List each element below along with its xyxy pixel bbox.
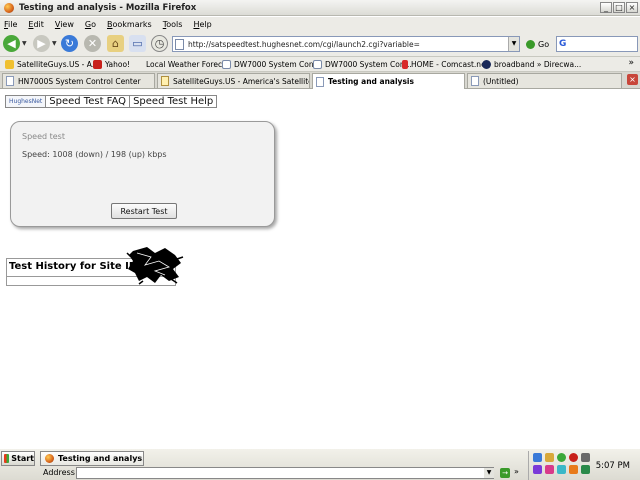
navigation-toolbar: ◀ ▼ ▶ ▼ ↻ ✕ ⌂ ▭ ◷ http://satspeedtest.hu… xyxy=(0,31,640,57)
window-controls: _ □ × xyxy=(600,2,638,13)
menu-tools[interactable]: Tools xyxy=(163,20,183,29)
reload-icon[interactable]: ↻ xyxy=(61,35,78,52)
close-tab-icon[interactable]: × xyxy=(627,74,638,85)
tab-untitled[interactable]: (Untitled) xyxy=(467,73,622,88)
menu-bar: File Edit View Go Bookmarks Tools Help xyxy=(0,17,640,31)
tray-app-icon[interactable] xyxy=(545,465,554,474)
speed-test-help-link[interactable]: Speed Test Help xyxy=(130,95,218,108)
search-input[interactable]: G xyxy=(556,36,638,52)
page-icon xyxy=(6,76,14,86)
go-icon xyxy=(526,40,535,49)
satelliteguys-icon xyxy=(5,60,14,69)
firefox-icon xyxy=(4,2,14,13)
stop-icon[interactable]: ✕ xyxy=(84,35,101,52)
satelliteguys-icon xyxy=(161,76,169,86)
menu-file[interactable]: File xyxy=(4,20,17,29)
new-window-icon[interactable]: ▭ xyxy=(129,35,146,52)
taskbar: Start Testing and analys... Address ▼ → … xyxy=(0,448,640,480)
panel-title: Speed test xyxy=(22,132,65,141)
tray-app-icon[interactable] xyxy=(581,465,590,474)
chevron-right-icon[interactable]: » xyxy=(514,467,519,476)
forward-icon[interactable]: ▶ xyxy=(33,35,50,52)
address-dropdown-icon[interactable]: ▼ xyxy=(484,468,494,478)
home-icon[interactable]: ⌂ xyxy=(107,35,124,52)
minimize-icon[interactable]: _ xyxy=(600,2,612,13)
tab-hn7000s[interactable]: HN7000S System Control Center xyxy=(2,73,155,88)
restart-test-button[interactable]: Restart Test xyxy=(111,203,177,219)
url-bar[interactable]: http://satspeedtest.hughesnet.com/cgi/la… xyxy=(172,36,520,52)
tray-app-icon[interactable] xyxy=(533,465,542,474)
menu-bookmarks[interactable]: Bookmarks xyxy=(107,20,152,29)
test-history-box: Test History for Site ID: xyxy=(6,247,184,286)
page-content: HughesNet Speed Test FAQ Speed Test Help… xyxy=(0,90,640,448)
speed-result: Speed: 1008 (down) / 198 (up) kbps xyxy=(22,150,167,159)
redaction-scribble xyxy=(126,247,184,285)
clock[interactable]: 5:07 PM xyxy=(596,461,630,471)
history-icon[interactable]: ◷ xyxy=(151,35,168,52)
forward-dropdown-icon[interactable]: ▼ xyxy=(52,40,57,47)
page-icon xyxy=(313,60,322,69)
address-label: Address xyxy=(43,468,75,477)
bookmark-dw7000-1[interactable]: DW7000 System Con... xyxy=(222,59,321,70)
maximize-icon[interactable]: □ xyxy=(613,2,625,13)
menu-edit[interactable]: Edit xyxy=(28,20,44,29)
bookmark-local-weather[interactable]: Local Weather Forec... xyxy=(146,59,229,70)
hughesnet-logo[interactable]: HughesNet xyxy=(5,95,47,108)
window-title: Testing and analysis - Mozilla Firefox xyxy=(19,2,197,13)
network-icon[interactable] xyxy=(533,453,542,462)
security-icon[interactable] xyxy=(557,453,566,462)
windows-logo-icon xyxy=(4,454,10,463)
page-icon xyxy=(471,76,479,86)
tray-app-icon[interactable] xyxy=(569,465,578,474)
start-button[interactable]: Start xyxy=(1,451,35,466)
bookmark-comcast[interactable]: HOME - Comcast.net xyxy=(402,59,489,70)
bookmark-yahoo[interactable]: Yahoo! xyxy=(93,59,130,70)
address-go-icon[interactable]: → xyxy=(500,468,510,478)
bookmarks-toolbar: SatelliteGuys.US - A... Yahoo! Local Wea… xyxy=(0,57,640,72)
volume-icon[interactable] xyxy=(581,453,590,462)
menu-go[interactable]: Go xyxy=(85,20,96,29)
menu-view[interactable]: View xyxy=(55,20,74,29)
close-icon[interactable]: × xyxy=(626,2,638,13)
go-button[interactable]: Go xyxy=(526,40,549,49)
back-dropdown-icon[interactable]: ▼ xyxy=(22,40,27,47)
url-dropdown-icon[interactable]: ▼ xyxy=(508,37,519,51)
speed-test-faq-link[interactable]: Speed Test FAQ xyxy=(46,95,131,108)
chevron-right-icon[interactable]: » xyxy=(628,58,634,68)
tab-strip: HN7000S System Control Center SatelliteG… xyxy=(0,72,640,89)
go-label: Go xyxy=(538,40,550,49)
tray-app-icon[interactable] xyxy=(545,453,554,462)
test-history-title: Test History for Site ID: xyxy=(9,261,142,272)
bookmark-satelliteguys[interactable]: SatelliteGuys.US - A... xyxy=(5,59,99,70)
page-icon xyxy=(175,38,184,50)
title-bar: Testing and analysis - Mozilla Firefox _… xyxy=(0,0,640,16)
hughesnet-nav: HughesNet Speed Test FAQ Speed Test Help xyxy=(5,95,218,108)
broadband-icon xyxy=(482,60,491,69)
tab-satelliteguys[interactable]: SatelliteGuys.US - America's Satellite I… xyxy=(157,73,310,88)
url-text[interactable]: http://satspeedtest.hughesnet.com/cgi/la… xyxy=(188,40,420,49)
menu-help[interactable]: Help xyxy=(193,20,211,29)
system-tray: 5:07 PM xyxy=(528,451,640,480)
page-icon xyxy=(316,76,324,87)
comcast-icon xyxy=(402,60,408,69)
address-input[interactable] xyxy=(76,467,494,479)
bookmark-broadband[interactable]: broadband » Direcwa... xyxy=(482,59,581,70)
firefox-icon xyxy=(45,454,54,463)
google-search-icon: G xyxy=(559,39,567,49)
bookmark-dw7000-2[interactable]: DW7000 System Con... xyxy=(313,59,412,70)
tray-app-icon[interactable] xyxy=(557,465,566,474)
tab-testing-analysis[interactable]: Testing and analysis xyxy=(312,73,465,89)
back-icon[interactable]: ◀ xyxy=(3,35,20,52)
page-icon xyxy=(222,60,231,69)
taskbar-firefox-item[interactable]: Testing and analys... xyxy=(40,451,144,466)
yahoo-icon xyxy=(93,60,102,69)
speed-test-panel: Speed test Speed: 1008 (down) / 198 (up)… xyxy=(10,121,275,227)
block-icon[interactable] xyxy=(569,453,578,462)
